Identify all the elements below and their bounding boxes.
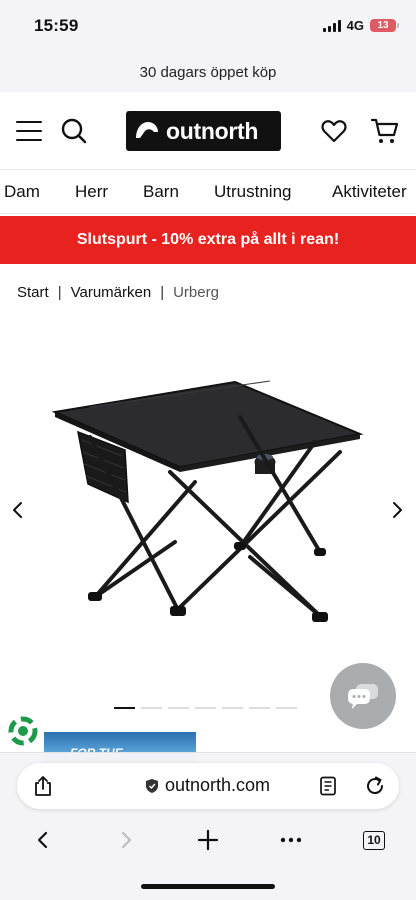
more-icon	[280, 837, 302, 843]
logo-mark-icon	[136, 122, 158, 138]
new-tab-button[interactable]	[193, 825, 223, 855]
menu-icon[interactable]	[16, 121, 42, 141]
status-indicators: 4G 13	[322, 18, 399, 33]
nav-item-aktiviteter[interactable]: Aktiviteter	[332, 182, 407, 202]
home-indicator	[141, 884, 275, 889]
plus-icon	[197, 829, 219, 851]
heart-icon[interactable]	[320, 117, 348, 145]
battery-icon: 13	[370, 19, 399, 32]
nav-item-herr[interactable]: Herr	[75, 182, 108, 202]
outnorth-logo[interactable]: outnorth	[126, 111, 281, 151]
tabs-button[interactable]: 10	[359, 825, 389, 855]
carousel-dot[interactable]	[222, 707, 243, 709]
breadcrumb-current: Urberg	[173, 284, 219, 301]
reader-icon[interactable]	[319, 776, 337, 796]
carousel-dot[interactable]	[195, 707, 216, 709]
breadcrumb: Start | Varumärken | Urberg	[17, 284, 219, 301]
chevron-left-icon[interactable]	[8, 500, 28, 520]
tabs-count: 10	[363, 830, 385, 850]
logo-text: outnorth	[166, 117, 259, 144]
breadcrumb-separator: |	[160, 284, 165, 301]
carousel-dot[interactable]	[276, 707, 297, 709]
shield-icon	[146, 779, 158, 793]
reload-icon[interactable]	[364, 775, 386, 797]
top-promo-text: 30 dagars öppet köp	[139, 63, 277, 81]
carousel-dot[interactable]	[168, 707, 189, 709]
nav-item-dam[interactable]: Dam	[4, 182, 40, 202]
chat-button[interactable]	[330, 663, 396, 729]
share-icon[interactable]	[33, 775, 53, 797]
category-nav: Dam Herr Barn Utrustning Aktiviteter	[0, 170, 416, 214]
back-button[interactable]	[28, 825, 58, 855]
product-image	[51, 380, 364, 622]
address-bar[interactable]: outnorth.com	[17, 763, 399, 809]
chevron-left-icon	[37, 831, 48, 849]
network-label: 4G	[346, 18, 364, 33]
url-text[interactable]: outnorth.com	[165, 775, 270, 796]
status-bar: 15:59 4G 13	[0, 0, 416, 52]
breadcrumb-varumarken[interactable]: Varumärken	[71, 284, 152, 301]
chat-icon	[348, 684, 378, 709]
product-gallery[interactable]	[0, 330, 416, 690]
status-time: 15:59	[34, 16, 79, 35]
chevron-right-icon	[121, 831, 132, 849]
cart-icon[interactable]	[370, 116, 400, 146]
site-header: outnorth	[0, 92, 416, 170]
breadcrumb-separator: |	[57, 284, 62, 301]
chevron-right-icon[interactable]	[387, 500, 407, 520]
more-button[interactable]	[276, 825, 306, 855]
carousel-dot[interactable]	[249, 707, 270, 709]
recycle-icon	[8, 716, 38, 746]
sale-banner-text: Slutspurt - 10% extra på allt i rean!	[76, 231, 340, 248]
top-promo-bar[interactable]: 30 dagars öppet köp	[0, 52, 416, 92]
carousel-indicator	[114, 707, 297, 709]
nav-item-barn[interactable]: Barn	[143, 182, 179, 202]
signal-icon	[322, 19, 341, 32]
breadcrumb-start[interactable]: Start	[17, 284, 49, 301]
nav-item-utrustning[interactable]: Utrustning	[214, 182, 291, 202]
search-icon[interactable]	[60, 117, 88, 145]
carousel-dot[interactable]	[114, 707, 135, 709]
browser-toolbar: outnorth.com 10	[0, 752, 416, 900]
sale-banner[interactable]: Slutspurt - 10% extra på allt i rean!	[0, 216, 416, 264]
forward-button[interactable]	[111, 825, 141, 855]
carousel-dot[interactable]	[141, 707, 162, 709]
